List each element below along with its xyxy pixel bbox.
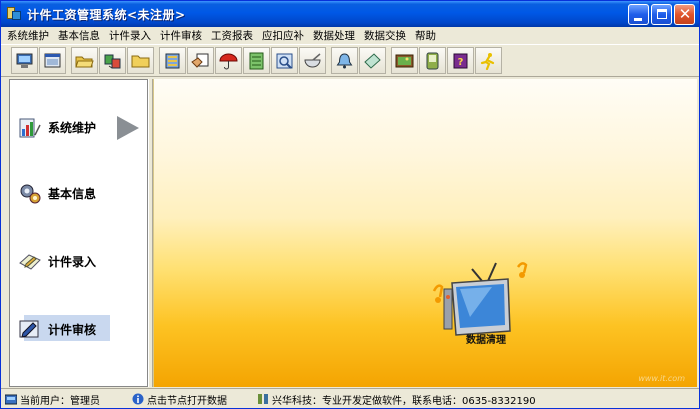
svg-text:?: ? [458, 57, 464, 68]
toolbar-button-monitor[interactable] [11, 47, 38, 74]
building-chart-icon [19, 118, 41, 138]
status-company-text: 兴华科技：专业开发定做软件，联系电话：0635-8332190 [272, 395, 536, 407]
close-button[interactable]: ✕ [674, 4, 695, 25]
watermark-text: www.it.com [638, 374, 685, 383]
status-company: 兴华科技：专业开发定做软件，联系电话：0635-8332190 [257, 391, 536, 407]
close-icon: ✕ [678, 5, 692, 23]
menu-piece-entry[interactable]: 计件录入 [109, 28, 151, 43]
umbrella-icon [219, 53, 238, 69]
toolbar-button-folder[interactable] [127, 47, 154, 74]
user-icon [5, 394, 17, 405]
menu-help[interactable]: 帮助 [415, 28, 436, 43]
nav-label-system: 系统维护 [48, 120, 97, 135]
status-user: 当前用户：管理员 [5, 391, 100, 407]
toolbar-button-bowl[interactable] [299, 47, 326, 74]
window-icon [44, 53, 61, 67]
status-hint-text: 点击节点打开数据 [147, 395, 227, 407]
menu-piece-review[interactable]: 计件审核 [160, 28, 202, 43]
monitor-icon [16, 53, 33, 68]
status-user-text: 当前用户：管理员 [20, 395, 100, 407]
maximize-button[interactable] [651, 4, 672, 25]
nav-label-piece-review: 计件审核 [48, 322, 97, 337]
gears-icon [20, 184, 41, 204]
nav-item-basic-info[interactable]: 基本信息 [10, 173, 147, 213]
report-icon [276, 53, 293, 69]
pda-icon [426, 52, 439, 69]
minimize-button[interactable] [628, 4, 649, 25]
minimize-icon [634, 18, 642, 21]
title-bar[interactable]: 计件工资管理系统<未注册> ✕ [1, 1, 699, 27]
nav-item-piece-entry[interactable]: 计件录入 [10, 241, 147, 281]
menu-bar: 系统维护 基本信息 计件录入 计件审核 工资报表 应扣应补 数据处理 数据交换 … [1, 27, 699, 44]
folder-icon [131, 55, 150, 67]
status-hint: 点击节点打开数据 [132, 391, 227, 407]
toolbar-button-transfer[interactable] [99, 47, 126, 74]
toolbar-button-pda[interactable] [419, 47, 446, 74]
exit-runner-icon [480, 52, 495, 70]
menu-system[interactable]: 系统维护 [7, 28, 49, 43]
info-icon [132, 393, 144, 405]
toolbar: ? [1, 44, 699, 77]
main-content: 数据清理 www.it.com [153, 79, 697, 387]
toolbar-button-umbrella[interactable] [215, 47, 242, 74]
expand-arrow-icon[interactable] [117, 116, 139, 140]
bell-icon [336, 52, 353, 68]
notebook-icon [249, 52, 264, 69]
toolbar-button-database[interactable] [159, 47, 186, 74]
menu-basic-info[interactable]: 基本信息 [58, 28, 100, 43]
database-icon [165, 53, 180, 68]
pencil-paper-icon [19, 254, 41, 270]
app-window: 计件工资管理系统<未注册> ✕ 系统维护 基本信息 计件录入 计件审核 工资报表… [0, 0, 700, 409]
window-title: 计件工资管理系统<未注册> [27, 7, 186, 22]
maximize-icon [657, 9, 667, 19]
picture-icon [395, 54, 414, 67]
nav-label-basic-info: 基本信息 [48, 186, 97, 201]
toolbar-button-bell[interactable] [331, 47, 358, 74]
nav-item-system[interactable]: 系统维护 [10, 107, 147, 147]
toolbar-button-report[interactable] [271, 47, 298, 74]
toolbar-button-open[interactable] [71, 47, 98, 74]
nav-label-piece-entry: 计件录入 [48, 254, 97, 269]
toolbar-button-paper[interactable] [359, 47, 386, 74]
folder-open-icon [75, 56, 94, 67]
toolbar-button-help[interactable]: ? [447, 47, 474, 74]
nav-item-piece-review[interactable]: 计件审核 [10, 309, 147, 349]
data-cleanup-label[interactable]: 数据清理 [466, 331, 506, 346]
toolbar-button-notebook[interactable] [243, 47, 270, 74]
hand-note-icon [191, 53, 209, 68]
bowl-icon [304, 52, 321, 67]
edit-check-icon [19, 320, 39, 338]
left-nav-panel: 系统维护 基本信息 计件录入 计件审核 [9, 79, 148, 387]
status-bar: 当前用户：管理员 点击节点打开数据 兴华科技：专业开发定做软件，联系电话：063… [1, 388, 699, 408]
menu-salary-report[interactable]: 工资报表 [211, 28, 253, 43]
menu-deductions[interactable]: 应扣应补 [262, 28, 304, 43]
paper-icon [364, 52, 381, 69]
toolbar-button-window[interactable] [39, 47, 66, 74]
help-book-icon: ? [453, 53, 468, 68]
toolbar-button-picture[interactable] [391, 47, 418, 74]
menu-data-processing[interactable]: 数据处理 [313, 28, 355, 43]
toolbar-button-note[interactable] [187, 47, 214, 74]
toolbar-button-exit[interactable] [475, 47, 502, 74]
app-icon[interactable] [7, 7, 21, 21]
transfer-icon [104, 54, 121, 68]
menu-data-exchange[interactable]: 数据交换 [364, 28, 406, 43]
tool-icon [258, 394, 268, 404]
